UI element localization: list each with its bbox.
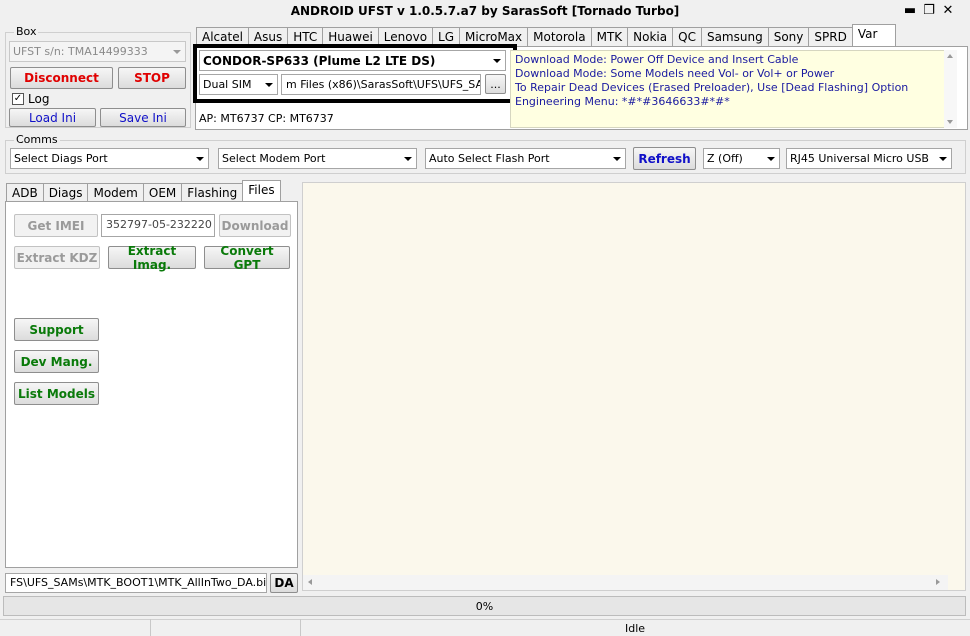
progress-text: 0%: [475, 600, 494, 613]
chevron-down-icon: [173, 50, 181, 54]
tab-motorola[interactable]: Motorola: [527, 27, 592, 46]
scroll-up-icon: [947, 54, 953, 58]
info-lines: Download Mode: Power Off Device and Inse…: [515, 53, 951, 109]
scroll-right-icon: [936, 579, 940, 585]
support-button[interactable]: Support: [14, 318, 99, 341]
comms-legend: Comms: [14, 133, 60, 146]
save-ini-button[interactable]: Save Ini: [100, 108, 186, 127]
log-hscrollbar[interactable]: [303, 575, 948, 590]
tab-samsung[interactable]: Samsung: [700, 27, 769, 46]
window-title: ANDROID UFST v 1.0.5.7.a7 by SarasSoft […: [290, 4, 680, 18]
chevron-down-icon: [767, 157, 775, 161]
da-file-input[interactable]: FS\UFS_SAMs\MTK_BOOT1\MTK_AllInTwo_DA.bi…: [5, 573, 267, 593]
modem-port-value: Select Modem Port: [222, 152, 326, 165]
tab-sprd[interactable]: SPRD: [808, 27, 853, 46]
scroll-down-icon: [947, 120, 953, 124]
close-button[interactable]: ✕: [940, 3, 956, 19]
download-button[interactable]: Download: [219, 214, 291, 237]
da-button[interactable]: DA: [270, 573, 298, 593]
list-models-button[interactable]: List Models: [14, 382, 99, 405]
z-mode-value: Z (Off): [707, 152, 743, 165]
dev-mang-button[interactable]: Dev Mang.: [14, 350, 99, 373]
serial-value: UFST s/n: TMA14499333: [13, 45, 148, 58]
tab-adb[interactable]: ADB: [6, 183, 44, 202]
tab-mtk[interactable]: MTK: [590, 27, 629, 46]
tab-modem[interactable]: Modem: [87, 183, 144, 202]
highlight-box: [193, 44, 517, 103]
tab-flashing[interactable]: Flashing: [181, 183, 244, 202]
info-line: Download Mode: Some Models need Vol- or …: [515, 67, 835, 80]
minimize-button[interactable]: ▬: [902, 3, 918, 19]
tab-diags[interactable]: Diags: [42, 183, 89, 202]
log-label: Log: [28, 92, 50, 106]
info-line: To Repair Dead Devices (Erased Preloader…: [515, 81, 909, 94]
log-area[interactable]: [302, 182, 966, 591]
refresh-button[interactable]: Refresh: [633, 147, 696, 170]
tab-var[interactable]: Var: [851, 24, 896, 46]
flash-port-select[interactable]: Auto Select Flash Port: [425, 148, 626, 169]
stop-button[interactable]: STOP: [118, 67, 186, 89]
info-scrollbar[interactable]: [944, 50, 957, 128]
extract-image-button[interactable]: Extract Imag.: [108, 244, 196, 272]
chevron-down-icon: [404, 157, 412, 161]
status-divider: [150, 619, 151, 636]
disconnect-button[interactable]: Disconnect: [10, 67, 113, 89]
info-box: Download Mode: Power Off Device and Inse…: [510, 50, 956, 128]
chevron-down-icon: [939, 157, 947, 161]
ap-cp-label: AP: MT6737 CP: MT6737: [199, 112, 334, 125]
tab-files[interactable]: Files: [242, 180, 281, 202]
chevron-down-icon: [613, 157, 621, 161]
serial-select[interactable]: UFST s/n: TMA14499333: [9, 41, 186, 62]
log-checkbox[interactable]: ✓: [12, 93, 24, 105]
flash-port-value: Auto Select Flash Port: [429, 152, 550, 165]
diags-port-select[interactable]: Select Diags Port: [10, 148, 209, 169]
get-imei-button[interactable]: Get IMEI: [14, 214, 98, 237]
extract-kdz-button[interactable]: Extract KDZ: [14, 246, 100, 269]
tab-nokia[interactable]: Nokia: [627, 27, 674, 46]
modem-port-select[interactable]: Select Modem Port: [218, 148, 417, 169]
convert-gpt-button[interactable]: Convert GPT: [204, 244, 290, 272]
restore-button[interactable]: ❐: [921, 3, 937, 19]
tab-qc[interactable]: QC: [672, 27, 702, 46]
imei-input[interactable]: 352797-05-232220: [101, 214, 215, 237]
diags-port-value: Select Diags Port: [14, 152, 108, 165]
tab-sony[interactable]: Sony: [767, 27, 810, 46]
usb-value: RJ45 Universal Micro USB: [790, 152, 929, 165]
info-line: Engineering Menu: *#*#3646633#*#*: [515, 95, 730, 108]
scroll-left-icon: [308, 579, 312, 585]
box-legend: Box: [14, 25, 39, 38]
info-line: Download Mode: Power Off Device and Inse…: [515, 53, 799, 66]
z-mode-select[interactable]: Z (Off): [703, 148, 780, 169]
status-text: Idle: [624, 622, 646, 635]
tab-oem[interactable]: OEM: [142, 183, 183, 202]
chevron-down-icon: [196, 157, 204, 161]
load-ini-button[interactable]: Load Ini: [9, 108, 96, 127]
usb-select[interactable]: RJ45 Universal Micro USB: [786, 148, 952, 169]
